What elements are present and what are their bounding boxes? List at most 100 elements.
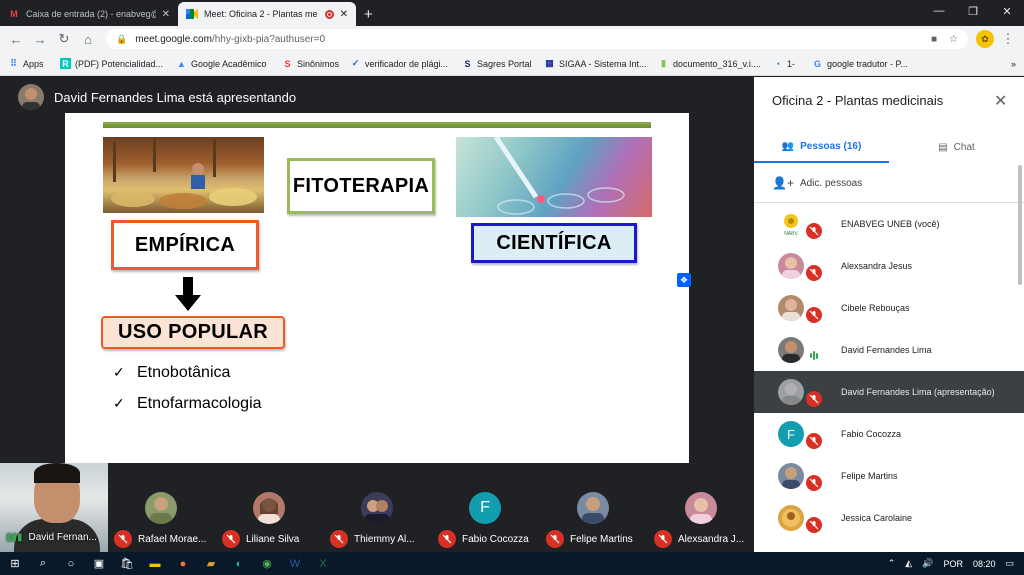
researchgate-icon: R: [60, 58, 71, 69]
app-icon[interactable]: ▰: [204, 557, 218, 571]
maximize-icon[interactable]: ❐: [956, 0, 990, 22]
bookmark-item[interactable]: S Sinônimos: [282, 58, 350, 69]
minimize-icon[interactable]: —: [922, 0, 956, 22]
participant-tile[interactable]: Alexsandra J...: [648, 463, 754, 552]
extension-icon[interactable]: ✿: [976, 30, 994, 48]
people-row[interactable]: NABV ENABVEG UNEB (você): [754, 203, 1024, 245]
bookmark-item[interactable]: ◔ 1-: [772, 58, 812, 69]
participant-name: Thiemmy Al...: [354, 533, 415, 545]
bookmark-item[interactable]: ▦ SIGAA - Sistema Int...: [544, 58, 658, 69]
person-name: ENABVEG UNEB (você): [841, 219, 940, 229]
chrome-icon[interactable]: ◉: [260, 557, 274, 571]
check-icon: ✓: [113, 364, 125, 380]
tab-people[interactable]: 👥 Pessoas (16): [754, 131, 889, 163]
tab-strip: M Caixa de entrada (2) - enabveg@ ✕ Meet…: [0, 0, 1024, 26]
bookmark-item[interactable]: S Sagres Portal: [462, 58, 544, 69]
store-icon[interactable]: 🛍: [120, 557, 134, 571]
presenter-bar: David Fernandes Lima está apresentando: [18, 84, 296, 110]
add-people-button[interactable]: 👤+ Adic. pessoas: [772, 176, 862, 190]
camera-icon[interactable]: ■: [931, 34, 937, 45]
people-row[interactable]: F Fabio Cocozza: [754, 413, 1024, 455]
mic-off-icon: [806, 433, 822, 449]
firefox-icon[interactable]: ●: [176, 557, 190, 571]
reload-icon[interactable]: ↻: [54, 29, 74, 49]
people-row[interactable]: Alexsandra Jesus: [754, 245, 1024, 287]
star-icon[interactable]: ☆: [949, 34, 958, 45]
people-row[interactable]: David Fernandes Lima: [754, 329, 1024, 371]
chevron-up-icon[interactable]: ⌃: [888, 558, 896, 569]
windows-start-icon[interactable]: ⊞: [8, 557, 22, 571]
tab-gmail[interactable]: M Caixa de entrada (2) - enabveg@ ✕: [0, 2, 178, 26]
mic-off-icon: [438, 530, 456, 548]
participant-name: Felipe Martins: [570, 533, 633, 545]
people-row[interactable]: David Fernandes Lima (apresentação): [754, 371, 1024, 413]
participant-tile[interactable]: Felipe Martins: [540, 463, 646, 552]
people-row[interactable]: Cibele Rebouças: [754, 287, 1024, 329]
tab-chat[interactable]: ▤ Chat: [889, 131, 1024, 163]
avatar: [778, 463, 804, 489]
participant-tile[interactable]: Liliane Silva: [216, 463, 322, 552]
back-icon[interactable]: ←: [6, 29, 26, 49]
bookmark-item[interactable]: ✓ verificador de plági...: [350, 58, 462, 69]
task-view-icon[interactable]: ▣: [92, 557, 106, 571]
close-window-icon[interactable]: ✕: [990, 0, 1024, 22]
forward-icon[interactable]: →: [30, 29, 50, 49]
bookmark-apps[interactable]: ⠿ Apps: [8, 58, 60, 69]
scrollbar[interactable]: [1018, 165, 1022, 285]
tab-title: Meet: Oficina 2 - Plantas me: [204, 9, 318, 19]
avatar: [361, 492, 393, 524]
taskbar: ⊞ ⌕ ○ ▣ 🛍 ▬ ● ▰ ◐ ◉ W X ⌃ ◭ 🔊 POR 08:20 …: [0, 552, 1024, 575]
people-row[interactable]: Felipe Martins: [754, 455, 1024, 497]
plagio-icon: ✓: [351, 58, 360, 68]
bookmark-item[interactable]: ▲ Google Acadêmico: [176, 58, 282, 69]
new-tab-button[interactable]: +: [364, 2, 373, 26]
meet-icon: [186, 8, 198, 20]
more-bookmarks-icon[interactable]: »: [1011, 59, 1016, 69]
participant-tile[interactable]: F Fabio Cocozza: [432, 463, 538, 552]
slide-title-bar: [103, 122, 651, 128]
edge-icon[interactable]: ◐: [232, 557, 246, 571]
tab-meet[interactable]: Meet: Oficina 2 - Plantas me ✕: [178, 2, 356, 26]
sagres-icon: S: [464, 58, 471, 69]
person-name: Alexsandra Jesus: [841, 261, 913, 271]
close-tab-icon[interactable]: ✕: [340, 9, 348, 20]
cientifica-box: CIENTÍFICA: [471, 223, 637, 263]
home-icon[interactable]: ⌂: [78, 29, 98, 49]
search-icon[interactable]: ⌕: [36, 557, 50, 571]
bookmark-item[interactable]: R (PDF) Potencialidad...: [60, 58, 176, 69]
address-bar[interactable]: 🔒 meet.google.com/hhy-gixb-pia?authuser=…: [106, 29, 968, 49]
close-icon[interactable]: ✕: [994, 91, 1007, 111]
word-icon[interactable]: W: [288, 557, 302, 571]
speaking-icon: ▮▮▮: [6, 532, 23, 543]
language-indicator[interactable]: POR: [943, 559, 963, 569]
person-name: David Fernandes Lima (apresentação): [841, 387, 995, 397]
people-row[interactable]: Jessica Carolaine: [754, 497, 1024, 539]
menu-icon[interactable]: ⋮: [998, 29, 1018, 49]
self-video-tile[interactable]: ▮▮▮ David Fernan...: [0, 463, 108, 552]
explorer-icon[interactable]: ▬: [148, 557, 162, 571]
lock-icon: 🔒: [116, 33, 128, 44]
notifications-icon[interactable]: ▭: [1005, 558, 1014, 569]
participant-tile[interactable]: Rafael Morae...: [108, 463, 214, 552]
mic-off-icon: [330, 530, 348, 548]
avatar: [577, 492, 609, 524]
mic-off-icon: [222, 530, 240, 548]
participant-strip: ▮▮▮ David Fernan... Rafael Morae... Lili…: [0, 463, 754, 552]
bookmark-item[interactable]: ▮ documento_316_v.i....: [658, 58, 772, 69]
tab-title: Caixa de entrada (2) - enabveg@: [26, 9, 156, 19]
cortana-icon[interactable]: ○: [64, 557, 78, 571]
network-icon[interactable]: ◭: [905, 558, 912, 569]
bookmark-item[interactable]: Ggoogle tradutor - P...: [812, 58, 922, 69]
mic-off-icon: [806, 517, 822, 533]
dropbox-icon[interactable]: ❖: [677, 273, 691, 287]
presenter-hair: [34, 463, 80, 483]
close-tab-icon[interactable]: ✕: [162, 9, 170, 20]
participant-name: Rafael Morae...: [138, 533, 207, 545]
bullet-list: ✓ Etnobotânica ✓ Etnofarmacologia: [113, 357, 262, 419]
url-host: meet.google.com: [135, 33, 212, 45]
participant-tile[interactable]: Thiemmy Al...: [324, 463, 430, 552]
excel-icon[interactable]: X: [316, 557, 330, 571]
volume-icon[interactable]: 🔊: [922, 558, 933, 569]
clock[interactable]: 08:20: [973, 559, 996, 569]
avatar: [253, 492, 285, 524]
